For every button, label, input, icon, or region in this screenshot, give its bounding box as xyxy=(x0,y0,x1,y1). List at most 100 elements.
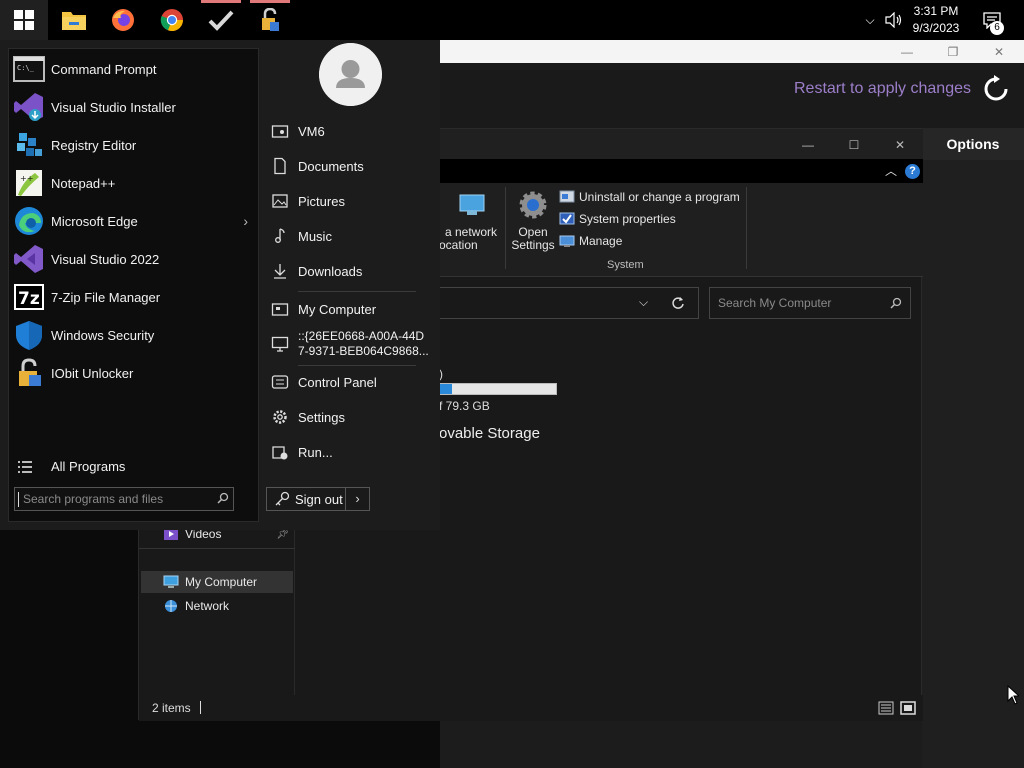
shutdown-options-button[interactable]: › xyxy=(346,487,370,511)
restore-button[interactable]: ❐ xyxy=(930,40,976,63)
windows-logo-icon xyxy=(14,10,34,30)
app-command-prompt[interactable]: C:\_ Command Prompt xyxy=(9,50,258,88)
taskbar: ⌵ 3:31 PM 9/3/2023 6 xyxy=(0,0,1024,40)
search-icon xyxy=(890,297,902,309)
action-center-button[interactable] xyxy=(978,0,1006,40)
start-search-input[interactable]: Search programs and files xyxy=(14,487,234,511)
app-label: Notepad++ xyxy=(51,175,116,191)
place-my-computer[interactable]: My Computer xyxy=(268,293,432,325)
app-visual-studio-2022[interactable]: Visual Studio 2022 xyxy=(9,240,258,278)
padlock-icon xyxy=(19,358,41,386)
svg-text:C:\_: C:\_ xyxy=(17,64,35,72)
guid-line-2: 7-9371-BEB064C9868... xyxy=(298,344,429,358)
chevron-right-icon[interactable]: › xyxy=(243,213,248,229)
nav-item-my-computer[interactable]: My Computer xyxy=(141,571,293,593)
status-divider xyxy=(200,701,201,714)
notepad-plus-plus-icon: ++ xyxy=(16,170,42,196)
place-downloads[interactable]: Downloads xyxy=(268,255,432,287)
nav-item-network[interactable]: Network xyxy=(141,595,293,617)
taskbar-checkmark-app[interactable] xyxy=(197,0,245,40)
start-menu: C:\_ Command Prompt Visual Studio Instal… xyxy=(0,40,440,530)
app-windows-security[interactable]: Windows Security xyxy=(9,316,258,354)
settings-titlebar: — ❐ ✕ xyxy=(440,40,1024,63)
place-settings[interactable]: Settings xyxy=(268,401,432,433)
text-caret xyxy=(18,492,19,507)
restart-notice[interactable]: Restart to apply changes xyxy=(794,80,971,98)
nav-item-label: My Computer xyxy=(185,575,258,589)
clock-time: 3:31 PM xyxy=(913,4,959,18)
picture-icon xyxy=(272,194,288,208)
chevron-up-icon[interactable]: ︿ xyxy=(885,162,897,179)
chevron-up-icon: ⌵ xyxy=(865,12,875,27)
show-hidden-icons-button[interactable]: ⌵ xyxy=(858,0,882,40)
app-visual-studio-installer[interactable]: Visual Studio Installer xyxy=(9,88,258,126)
pin-icon[interactable]: 📌︎ xyxy=(276,529,289,540)
minimize-button[interactable]: — xyxy=(884,40,930,63)
sign-out-button[interactable]: Sign out xyxy=(266,487,346,511)
restart-icon[interactable] xyxy=(982,75,1010,103)
taskbar-clock[interactable]: 3:31 PM 9/3/2023 xyxy=(908,3,964,37)
taskbar-chrome[interactable] xyxy=(148,0,196,40)
place-documents[interactable]: Documents xyxy=(268,150,432,182)
volume-button[interactable] xyxy=(882,0,906,40)
place-user-folder[interactable]: VM6 xyxy=(268,115,432,147)
explorer-search-input[interactable]: Search My Computer xyxy=(709,287,911,319)
options-pane: Options xyxy=(922,128,1024,768)
taskbar-firefox[interactable] xyxy=(99,0,147,40)
add-network-location-button[interactable]: a network ocation xyxy=(439,189,503,252)
open-settings-label-2: Settings xyxy=(511,238,555,252)
place-music[interactable]: Music xyxy=(268,220,432,252)
drive-usage-bar[interactable] xyxy=(439,383,557,395)
manage-label: Manage xyxy=(579,234,623,248)
refresh-icon[interactable] xyxy=(671,296,685,310)
taskbar-file-explorer[interactable] xyxy=(50,0,98,40)
start-button[interactable] xyxy=(0,0,48,40)
options-header[interactable]: Options xyxy=(922,128,1024,160)
system-group-label: System xyxy=(607,259,644,271)
item-count: 2 items xyxy=(152,701,191,715)
mouse-cursor-icon xyxy=(1007,685,1019,705)
place-pictures[interactable]: Pictures xyxy=(268,185,432,217)
ribbon-separator xyxy=(505,187,506,269)
help-icon[interactable]: ? xyxy=(905,164,920,179)
place-guid-folder[interactable]: ::{26EE0668-A00A-44D 7-9371-BEB064C9868.… xyxy=(268,325,432,363)
taskbar-iobit-unlocker[interactable] xyxy=(246,0,294,40)
app-label: Windows Security xyxy=(51,327,155,343)
app-registry-editor[interactable]: Registry Editor xyxy=(9,126,258,164)
large-icons-view-icon[interactable] xyxy=(899,699,917,717)
computer-icon xyxy=(163,575,179,588)
list-icon xyxy=(18,461,32,473)
uninstall-program-button[interactable]: Uninstall or change a program xyxy=(559,187,740,207)
place-control-panel[interactable]: Control Panel xyxy=(268,366,432,398)
nav-item-label: Network xyxy=(185,599,230,613)
system-properties-button[interactable]: System properties xyxy=(559,209,676,229)
chevron-down-icon[interactable]: ⌵ xyxy=(639,295,648,310)
app-iobit-unlocker[interactable]: IObit Unlocker xyxy=(9,354,258,392)
maximize-button[interactable]: ☐ xyxy=(831,133,877,156)
close-button[interactable]: ✕ xyxy=(877,133,923,156)
details-view-icon[interactable] xyxy=(877,699,895,717)
visual-studio-icon xyxy=(14,245,43,273)
manage-button[interactable]: Manage xyxy=(559,231,622,251)
place-run[interactable]: Run... xyxy=(268,436,432,468)
drive-usage-fill xyxy=(440,384,452,394)
app-7zip-file-manager[interactable]: 7z 7-Zip File Manager xyxy=(9,278,258,316)
all-programs-button[interactable]: All Programs xyxy=(9,453,258,481)
key-icon xyxy=(275,491,290,506)
sign-out-label: Sign out xyxy=(295,492,343,507)
app-notepad-plus-plus[interactable]: ++ Notepad++ xyxy=(9,164,258,202)
network-location-icon xyxy=(459,194,485,215)
close-button[interactable]: ✕ xyxy=(976,40,1022,63)
places-separator xyxy=(298,291,416,292)
checkmark-icon xyxy=(208,10,234,31)
programs-icon xyxy=(559,190,575,203)
all-programs-label: All Programs xyxy=(51,459,126,474)
search-icon xyxy=(217,492,229,504)
app-microsoft-edge[interactable]: Microsoft Edge › xyxy=(9,202,258,240)
user-avatar[interactable] xyxy=(319,43,382,106)
open-settings-button[interactable]: Open Settings xyxy=(509,189,557,252)
minimize-button[interactable]: — xyxy=(785,133,831,156)
notification-count-badge: 6 xyxy=(990,21,1004,35)
place-label: Control Panel xyxy=(298,374,377,390)
nav-separator xyxy=(139,548,295,549)
